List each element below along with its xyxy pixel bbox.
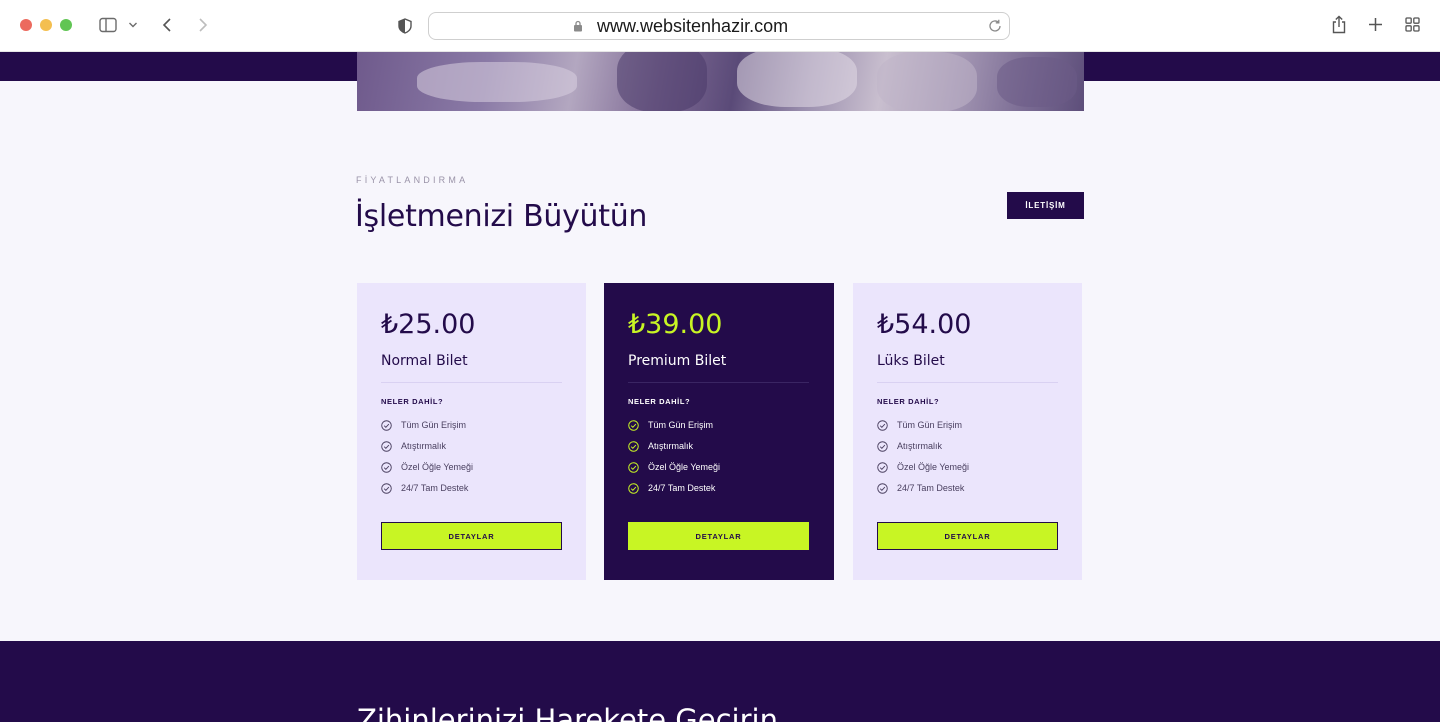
feature-item: Atıştırmalık <box>877 439 1067 453</box>
feature-item: 24/7 Tam Destek <box>628 481 818 495</box>
check-circle-icon <box>628 482 639 494</box>
feature-text: Tüm Gün Erişim <box>648 420 714 430</box>
includes-label: NELER DAHİL? <box>628 397 691 406</box>
sidebar-toggle-icon[interactable] <box>99 17 117 33</box>
feature-text: Özel Öğle Yemeği <box>401 462 474 472</box>
minimize-window-button[interactable] <box>40 19 52 31</box>
zoom-window-button[interactable] <box>60 19 72 31</box>
plan-name: Lüks Bilet <box>877 353 945 369</box>
url-text: www.websitenhazir.com <box>597 16 789 36</box>
check-circle-icon <box>877 419 888 431</box>
privacy-shield-icon[interactable] <box>398 18 412 34</box>
feature-text: 24/7 Tam Destek <box>648 483 716 493</box>
back-arrow-icon[interactable] <box>162 17 172 33</box>
browser-toolbar: www.websitenhazir.com <box>0 0 1440 52</box>
check-circle-icon <box>381 461 392 473</box>
reload-icon[interactable] <box>987 18 1003 34</box>
plan-price: ₺54.00 <box>877 309 972 340</box>
card-divider <box>381 382 562 383</box>
new-tab-plus-icon[interactable] <box>1368 17 1383 32</box>
details-button[interactable]: DETAYLAR <box>381 522 562 550</box>
check-circle-icon <box>877 440 888 452</box>
check-circle-icon <box>381 482 392 494</box>
section-eyebrow: FİYATLANDIRMA <box>356 175 469 185</box>
tab-overview-icon[interactable] <box>1405 17 1420 32</box>
next-section-title: Zihinlerinizi Harekete Geçirin <box>357 703 778 722</box>
forward-arrow-icon[interactable] <box>198 17 208 33</box>
feature-text: Atıştırmalık <box>401 441 447 451</box>
feature-text: Atıştırmalık <box>897 441 943 451</box>
feature-item: 24/7 Tam Destek <box>877 481 1067 495</box>
feature-item: Tüm Gün Erişim <box>381 418 571 432</box>
card-divider <box>877 382 1058 383</box>
check-circle-icon <box>877 482 888 494</box>
check-circle-icon <box>381 419 392 431</box>
lock-icon <box>574 20 582 32</box>
feature-text: 24/7 Tam Destek <box>401 483 469 493</box>
card-divider <box>628 382 809 383</box>
address-bar[interactable]: www.websitenhazir.com <box>428 12 1010 40</box>
feature-text: Özel Öğle Yemeği <box>897 462 970 472</box>
feature-item: Özel Öğle Yemeği <box>381 460 571 474</box>
feature-text: Özel Öğle Yemeği <box>648 462 721 472</box>
feature-item: Atıştırmalık <box>381 439 571 453</box>
feature-text: Tüm Gün Erişim <box>401 420 467 430</box>
feature-item: Tüm Gün Erişim <box>877 418 1067 432</box>
feature-text: 24/7 Tam Destek <box>897 483 965 493</box>
feature-item: Özel Öğle Yemeği <box>628 460 818 474</box>
next-section-band: Zihinlerinizi Harekete Geçirin <box>0 641 1440 722</box>
check-circle-icon <box>628 461 639 473</box>
feature-text: Atıştırmalık <box>648 441 694 451</box>
plan-name: Premium Bilet <box>628 353 727 369</box>
check-circle-icon <box>381 440 392 452</box>
feature-item: Tüm Gün Erişim <box>628 418 818 432</box>
plan-price: ₺39.00 <box>628 309 723 340</box>
check-circle-icon <box>877 461 888 473</box>
pricing-card-luxury: ₺54.00 Lüks Bilet NELER DAHİL? Tüm Gün E… <box>853 283 1082 580</box>
feature-item: Özel Öğle Yemeği <box>877 460 1067 474</box>
details-button[interactable]: DETAYLAR <box>628 522 809 550</box>
close-window-button[interactable] <box>20 19 32 31</box>
feature-item: Atıştırmalık <box>628 439 818 453</box>
details-button[interactable]: DETAYLAR <box>877 522 1058 550</box>
feature-text: Tüm Gün Erişim <box>897 420 963 430</box>
chevron-down-icon[interactable] <box>128 21 138 29</box>
plan-price: ₺25.00 <box>381 309 476 340</box>
pricing-card-normal: ₺25.00 Normal Bilet NELER DAHİL? Tüm Gün… <box>357 283 586 580</box>
check-circle-icon <box>628 419 639 431</box>
feature-item: 24/7 Tam Destek <box>381 481 571 495</box>
includes-label: NELER DAHİL? <box>877 397 940 406</box>
share-icon[interactable] <box>1331 15 1347 34</box>
conference-hero-image <box>357 52 1084 111</box>
includes-label: NELER DAHİL? <box>381 397 444 406</box>
pricing-card-premium: ₺39.00 Premium Bilet NELER DAHİL? Tüm Gü… <box>604 283 834 580</box>
contact-button[interactable]: İLETİŞİM <box>1007 192 1084 219</box>
plan-name: Normal Bilet <box>381 353 468 369</box>
section-title: İşletmenizi Büyütün <box>355 199 648 234</box>
check-circle-icon <box>628 440 639 452</box>
